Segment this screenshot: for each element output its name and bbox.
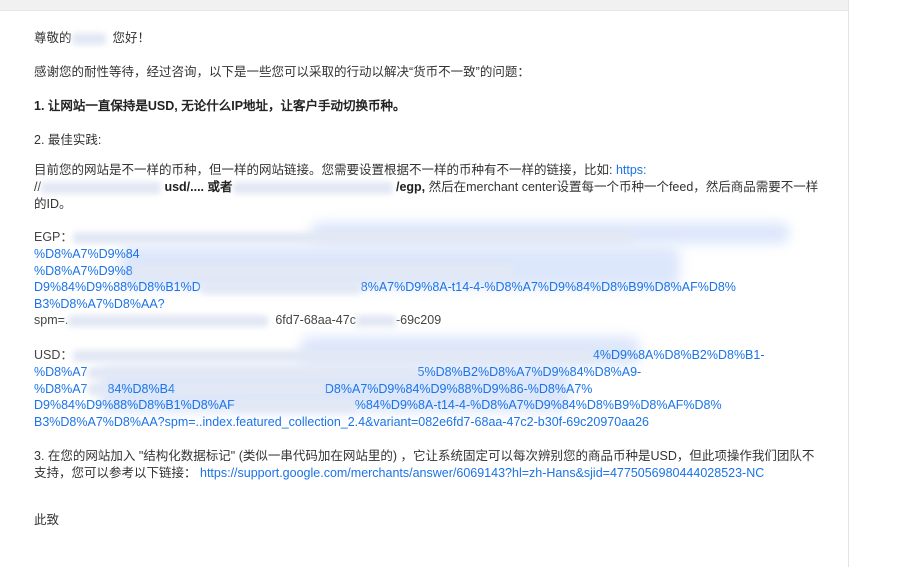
item-1: 1. 让网站一直保持是USD, 无论什么IP地址，让客户手动切换币种。: [34, 99, 406, 113]
redacted-name: [71, 32, 106, 45]
item-2-paragraph: 目前您的网站是不一样的币种，但一样的网站链接。您需要设置根据不一样的币种有不一样…: [34, 163, 819, 211]
egp-link[interactable]: %D8%A7%D9%84 %D8%A7%D9%8 D9%84%D9%88%D8%…: [34, 246, 824, 312]
usd-block: USD： 4%D9%8A%D8%B2%D8%B1- %D8%A7 5%D8%B2%D…: [34, 347, 824, 430]
support-link[interactable]: https://support.google.com/merchants/ans…: [200, 466, 764, 480]
greeting-suffix: 您好！: [112, 31, 150, 45]
item-2-title: 2. 最佳实践:: [34, 133, 102, 147]
email-content: 尊敬的 您好！ 感谢您的耐性等待，经过咨询，以下是一些您可以采取的行动以解决“货…: [34, 30, 824, 541]
intro-text: 感谢您的耐性等待，经过咨询，以下是一些您可以采取的行动以解决“货币不一致”的问题…: [34, 65, 530, 79]
item-3: 3. 在您的网站加入 "结构化数据标记" (类似一串代码加在网站里的) ，它让系…: [34, 449, 815, 480]
usd-link[interactable]: %D8%A7 5%D8%B2%D8%A7%D9%84%D8%A9- %D8%A7 8…: [34, 364, 824, 430]
example-link[interactable]: https:: [616, 163, 647, 177]
usd-label: USD：: [34, 348, 73, 362]
egp-path: /egp,: [395, 180, 426, 194]
egp-label: EGP：: [34, 230, 73, 244]
closing: 此致: [34, 513, 60, 527]
egp-spm: spm=. 6fd7-68aa-47c -69c209: [34, 313, 442, 327]
egp-block: EGP： %D8%A7%D9%84 %D8%A7%D9%8 D9%84%D9%8…: [34, 229, 824, 329]
usd-path: usd/.... 或者: [164, 180, 233, 194]
greeting: 尊敬的 您好！: [34, 30, 824, 47]
greeting-prefix: 尊敬的: [34, 31, 72, 45]
